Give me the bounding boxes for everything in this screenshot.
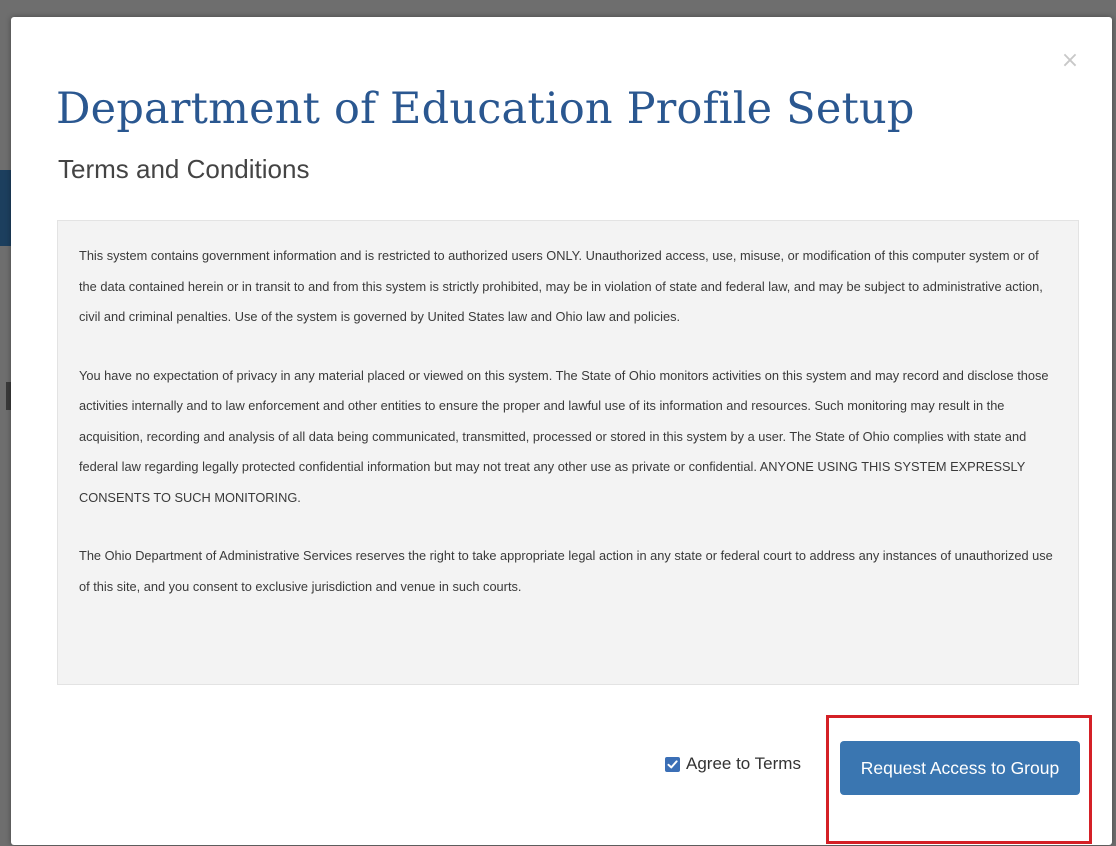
request-access-button[interactable]: Request Access to Group [840, 741, 1080, 795]
terms-paragraph: This system contains government informat… [79, 248, 1043, 324]
agree-to-terms-checkbox[interactable]: Agree to Terms [665, 752, 801, 776]
terms-paragraph: The Ohio Department of Administrative Se… [79, 548, 1053, 594]
agree-to-terms-label: Agree to Terms [686, 754, 801, 773]
modal-title: Department of Education Profile Setup [56, 84, 915, 134]
background-header-strip [0, 170, 11, 246]
terms-text-box: This system contains government informat… [57, 220, 1079, 685]
checkbox-checked-icon[interactable] [665, 756, 680, 772]
terms-paragraph: You have no expectation of privacy in an… [79, 367, 1049, 505]
close-icon[interactable]: × [1058, 49, 1082, 73]
modal-subtitle: Terms and Conditions [58, 154, 310, 184]
